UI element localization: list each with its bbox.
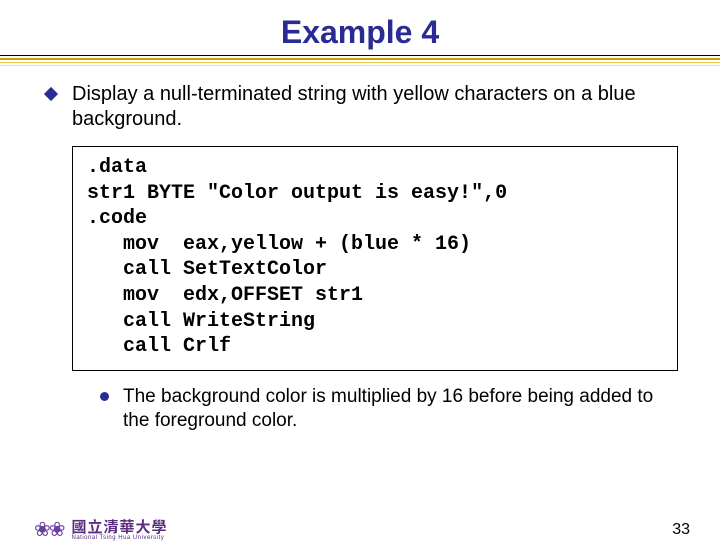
logo-mark-icon: ❀❀ bbox=[34, 517, 64, 542]
sub-bullet-text: The background color is multiplied by 16… bbox=[123, 385, 678, 433]
sub-bullet: The background color is multiplied by 16… bbox=[100, 385, 678, 433]
diamond-bullet-icon bbox=[44, 87, 58, 101]
logo-chinese: 國立清華大學 bbox=[72, 519, 168, 534]
page-number: 33 bbox=[672, 521, 690, 539]
slide-content: Display a null-terminated string with ye… bbox=[0, 82, 720, 432]
slide-title: Example 4 bbox=[0, 14, 720, 51]
main-bullet-text: Display a null-terminated string with ye… bbox=[72, 82, 678, 132]
title-divider bbox=[0, 55, 720, 66]
main-bullet: Display a null-terminated string with ye… bbox=[42, 82, 678, 132]
disc-bullet-icon bbox=[100, 392, 109, 401]
code-block: .data str1 BYTE "Color output is easy!",… bbox=[72, 146, 678, 371]
university-logo: ❀❀ 國立清華大學 National Tsing Hua University bbox=[34, 517, 168, 542]
slide-footer: ❀❀ 國立清華大學 National Tsing Hua University … bbox=[0, 517, 720, 542]
logo-text: 國立清華大學 National Tsing Hua University bbox=[72, 519, 168, 541]
